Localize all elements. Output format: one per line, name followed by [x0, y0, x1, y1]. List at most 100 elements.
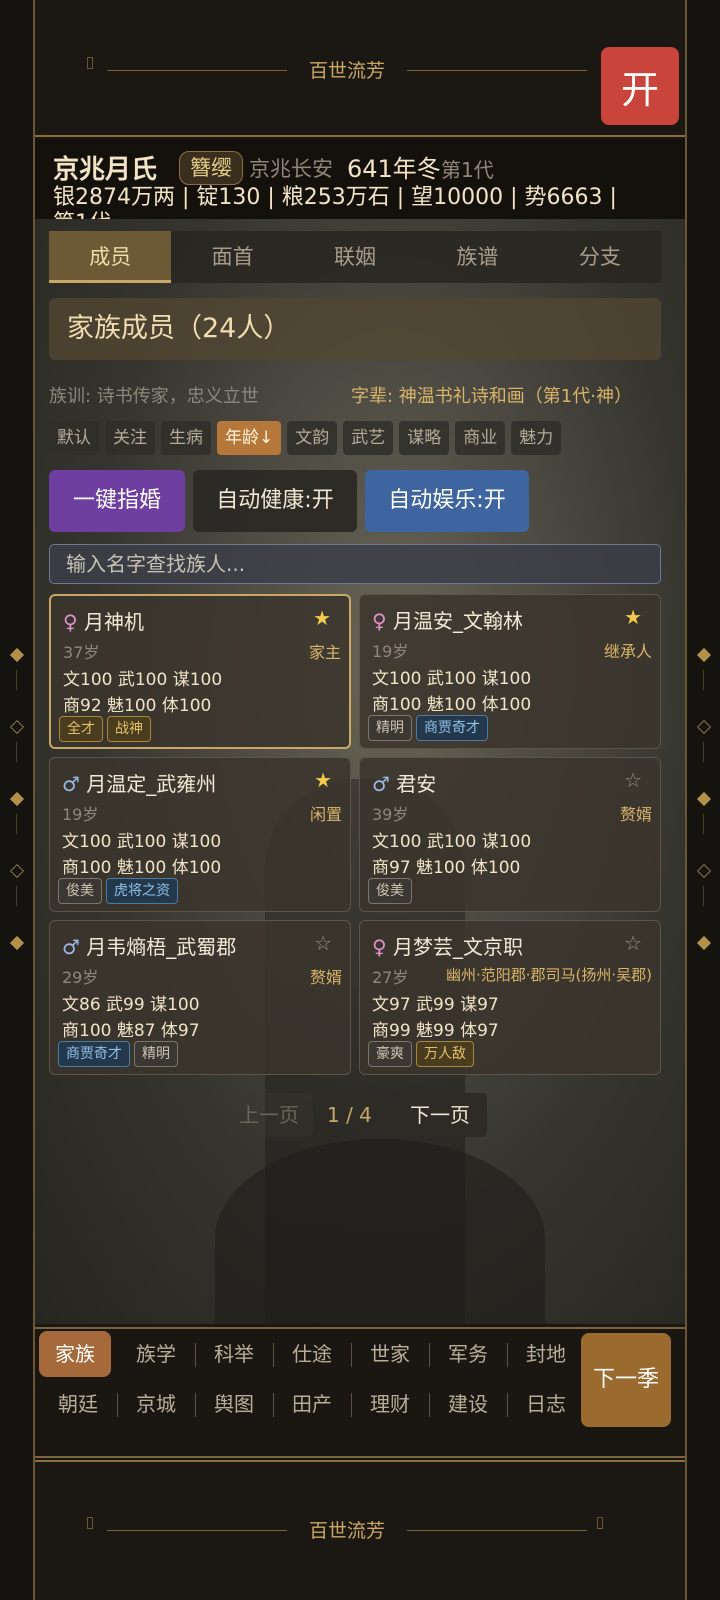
nav-build[interactable]: 建设 [429, 1381, 507, 1427]
next-page-button[interactable]: 下一页 [393, 1093, 487, 1137]
clan-motto: 族训: 诗书传家，忠义立世 [49, 386, 259, 407]
banner-cap-icon [597, 1517, 603, 1529]
sort-followed-button[interactable]: 关注 [105, 421, 155, 455]
trait-tag: 俊美 [368, 878, 412, 904]
gender-male-icon: ♂ [62, 935, 80, 959]
member-age: 37岁 [63, 643, 100, 662]
banner-cap-icon [87, 1517, 93, 1529]
tab-members[interactable]: 成员 [49, 231, 172, 283]
gender-female-icon: ♀ [372, 935, 387, 959]
top-banner: 百世流芳 [87, 57, 607, 82]
ornament-line [703, 742, 704, 762]
nav-row-primary: 家族 族学 科举 仕途 世家 军务 封地 [39, 1331, 585, 1377]
banner-line [407, 1530, 587, 1531]
member-traits: 全才 战神 [59, 716, 151, 742]
ornament-line [703, 886, 704, 906]
member-age: 27岁 [372, 968, 409, 987]
nav-finance[interactable]: 理财 [351, 1381, 429, 1427]
tab-marriage[interactable]: 联姻 [294, 231, 416, 283]
nav-estate[interactable]: 田产 [273, 1381, 351, 1427]
nav-career[interactable]: 仕途 [273, 1331, 351, 1377]
sort-martial-button[interactable]: 武艺 [343, 421, 394, 455]
member-card[interactable]: ♀ 月温安_文翰林 ★ 19岁 继承人 文100 武100 谋100 商100 … [359, 594, 661, 749]
member-traits: 商贾奇才 精明 [58, 1041, 178, 1067]
member-search-input[interactable] [49, 544, 661, 584]
star-outline-icon[interactable]: ☆ [624, 931, 642, 955]
sort-strategy-button[interactable]: 谋略 [399, 421, 450, 455]
member-name-line: ♀ 月梦芸_文京职 [372, 931, 523, 960]
ornament-line [16, 742, 17, 762]
banner-line [107, 70, 287, 71]
banner-line [407, 70, 587, 71]
star-outline-icon[interactable]: ☆ [624, 768, 642, 792]
trait-tag: 商贾奇才 [416, 715, 488, 741]
next-season-button[interactable]: 下一季 [581, 1333, 671, 1427]
member-age: 29岁 [62, 968, 99, 987]
diamond-ornament-icon [696, 791, 712, 807]
sort-age-button[interactable]: 年龄↓ [217, 421, 282, 455]
generation-names: 字辈: 神温书礼诗和画（第1代·神） [351, 386, 632, 407]
member-tabs: 成员 面首 联姻 族谱 分支 [49, 231, 661, 283]
member-name-line: ♀ 月神机 [63, 606, 144, 635]
banner-cap-icon [87, 57, 93, 69]
ornament-line [16, 886, 17, 906]
nav-log[interactable]: 日志 [507, 1381, 585, 1427]
star-filled-icon[interactable]: ★ [313, 606, 331, 630]
gender-male-icon: ♂ [62, 772, 80, 796]
nav-map[interactable]: 舆图 [195, 1381, 273, 1427]
nav-court[interactable]: 朝廷 [39, 1381, 117, 1427]
diamond-ornament-icon [9, 791, 25, 807]
sort-sick-button[interactable]: 生病 [161, 421, 211, 455]
prev-page-button[interactable]: 上一页 [225, 1093, 313, 1137]
auto-entertainment-toggle[interactable]: 自动娱乐:开 [365, 470, 529, 532]
trait-tag: 精明 [368, 715, 412, 741]
diamond-ornament-icon [696, 647, 712, 663]
member-card[interactable]: ♂ 君安 ☆ 39岁 赘婿 文100 武100 谋100 商97 魅100 体1… [359, 757, 661, 912]
section-title: 家族成员（24人） [49, 298, 661, 360]
member-age: 19岁 [62, 805, 99, 824]
gender-female-icon: ♀ [63, 610, 78, 634]
diamond-outline-ornament-icon [696, 863, 712, 879]
nav-clan[interactable]: 家族 [39, 1331, 111, 1377]
star-filled-icon[interactable]: ★ [314, 768, 332, 792]
member-card[interactable]: ♀ 月神机 ★ 37岁 家主 文100 武100 谋100 商92 魅100 体… [49, 594, 351, 749]
auto-health-toggle[interactable]: 自动健康:开 [193, 470, 357, 532]
member-stats-secondary: 商100 魅100 体100 [62, 858, 222, 878]
ornament-line [703, 670, 704, 690]
auto-marry-button[interactable]: 一键指婚 [49, 470, 185, 532]
ornament-line [16, 670, 17, 690]
tab-concubines[interactable]: 面首 [171, 231, 293, 283]
nav-families[interactable]: 世家 [351, 1331, 429, 1377]
star-filled-icon[interactable]: ★ [624, 605, 642, 629]
member-name: 月韦熵梧_武蜀郡 [86, 935, 237, 959]
member-name-line: ♂ 月韦熵梧_武蜀郡 [62, 931, 236, 960]
nav-military[interactable]: 军务 [429, 1331, 507, 1377]
member-card[interactable]: ♂ 月韦熵梧_武蜀郡 ☆ 29岁 赘婿 文86 武99 谋100 商100 魅8… [49, 920, 351, 1075]
member-stats-primary: 文97 武99 谋97 [372, 995, 499, 1015]
sort-default-button[interactable]: 默认 [49, 421, 99, 455]
member-role: 幽州·范阳郡·郡司马(扬州·吴郡) [445, 966, 652, 984]
member-role: 家主 [308, 643, 341, 662]
tab-branches[interactable]: 分支 [539, 231, 661, 283]
member-card[interactable]: ♀ 月梦芸_文京职 ☆ 27岁 幽州·范阳郡·郡司马(扬州·吴郡) 文97 武9… [359, 920, 661, 1075]
member-name: 月温安_文翰林 [393, 609, 524, 633]
nav-fief[interactable]: 封地 [507, 1331, 585, 1377]
nav-school[interactable]: 族学 [117, 1331, 195, 1377]
member-stats-primary: 文100 武100 谋100 [372, 832, 532, 852]
member-role: 继承人 [603, 642, 652, 661]
nav-capital[interactable]: 京城 [117, 1381, 195, 1427]
sort-literary-button[interactable]: 文韵 [287, 421, 338, 455]
sort-charm-button[interactable]: 魅力 [511, 421, 562, 455]
star-outline-icon[interactable]: ☆ [314, 931, 332, 955]
banner-title: 百世流芳 [308, 60, 385, 82]
nav-exam[interactable]: 科举 [195, 1331, 273, 1377]
member-card[interactable]: ♂ 月温定_武雍州 ★ 19岁 闲置 文100 武100 谋100 商100 魅… [49, 757, 351, 912]
member-name: 君安 [396, 772, 437, 796]
open-button[interactable]: 开 [601, 47, 679, 125]
top-bar: 百世流芳 开 [35, 0, 685, 137]
tab-genealogy[interactable]: 族谱 [416, 231, 538, 283]
member-stats-primary: 文100 武100 谋100 [62, 832, 222, 852]
resource-stats-overflow: 第1代 [53, 205, 111, 219]
sort-business-button[interactable]: 商业 [455, 421, 506, 455]
trait-tag: 虎将之资 [106, 878, 178, 904]
